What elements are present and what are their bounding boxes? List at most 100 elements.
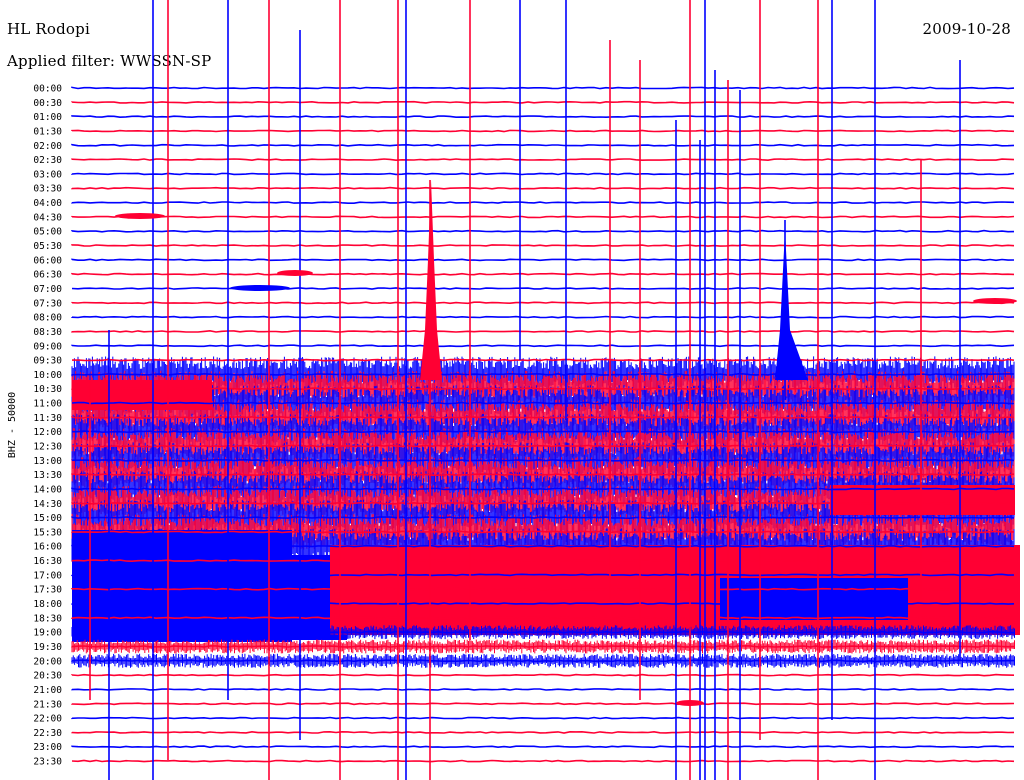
noise-block	[72, 380, 212, 410]
trace-line	[72, 430, 1015, 434]
time-tick-label: 09:30	[33, 356, 62, 367]
trace-line	[71, 329, 1015, 333]
time-tick-label: 05:30	[33, 241, 62, 252]
trace-line	[71, 387, 1015, 391]
time-tick-label: 13:30	[33, 470, 62, 481]
time-tick-label: 17:30	[33, 585, 62, 596]
time-tick-label: 15:30	[33, 527, 62, 538]
time-tick-label: 00:30	[33, 98, 62, 109]
trace-line	[71, 129, 1015, 133]
time-tick-label: 18:30	[33, 613, 62, 624]
trace-line	[71, 587, 1015, 591]
trace-line	[71, 602, 1015, 605]
time-tick-label: 09:00	[33, 341, 62, 352]
time-tick-label: 05:00	[33, 227, 62, 238]
time-tick-label: 11:30	[33, 413, 62, 424]
time-tick-label: 06:00	[33, 255, 62, 266]
event-burst	[277, 270, 313, 276]
trace-line	[71, 229, 1015, 233]
event-burst	[775, 230, 808, 380]
trace-line	[71, 501, 1015, 505]
trace-line	[71, 86, 1015, 90]
time-ticks: 00:00 00:30 01:00 01:30 02:00 02:30 03:00 03:30…	[33, 84, 62, 768]
trace-line	[71, 730, 1015, 734]
time-tick-label: 16:30	[33, 556, 62, 567]
time-tick-label: 22:30	[33, 728, 62, 739]
time-tick-label: 02:30	[33, 155, 62, 166]
trace-line	[71, 487, 1015, 491]
time-tick-label: 07:30	[33, 298, 62, 309]
time-tick-label: 12:30	[33, 442, 62, 453]
time-tick-label: 10:00	[33, 370, 62, 381]
time-tick-label: 10:30	[33, 384, 62, 395]
noise-block	[720, 578, 908, 620]
trace-line	[71, 344, 1015, 348]
time-tick-label: 08:00	[33, 313, 62, 324]
helicorder-plot: 00:00 00:30 01:00 01:30 02:00 02:30 03:00 03:30…	[7, 0, 1020, 780]
time-tick-label: 19:30	[33, 642, 62, 653]
trace-line	[71, 702, 1015, 706]
event-burst	[676, 700, 704, 706]
time-tick-label: 03:30	[33, 184, 62, 195]
trace-line	[71, 759, 1015, 763]
time-tick-label: 15:00	[33, 513, 62, 524]
trace-line	[71, 100, 1015, 104]
time-tick-label: 00:00	[33, 84, 62, 95]
time-tick-label: 11:00	[33, 399, 62, 410]
time-tick-label: 03:00	[33, 169, 62, 180]
time-tick-label: 22:00	[33, 714, 62, 725]
time-tick-label: 21:30	[33, 699, 62, 710]
trace-line	[71, 516, 1015, 520]
time-tick-label: 12:00	[33, 427, 62, 438]
trace-line	[71, 201, 1015, 204]
time-tick-label: 21:00	[33, 685, 62, 696]
time-tick-label: 02:00	[33, 141, 62, 152]
event-burst	[115, 213, 165, 219]
trace-line	[71, 688, 1015, 691]
trace-line	[71, 172, 1015, 176]
event-burst	[973, 298, 1017, 304]
time-tick-label: 01:00	[33, 112, 62, 123]
trace-line	[71, 716, 1015, 720]
trace-line	[71, 458, 1015, 462]
trace-line	[71, 659, 1015, 663]
trace-line	[71, 315, 1015, 319]
trace-line	[71, 372, 1015, 376]
trace-line	[71, 115, 1015, 119]
time-tick-label: 13:00	[33, 456, 62, 467]
time-tick-label: 16:00	[33, 542, 62, 553]
trace-line	[71, 158, 1015, 162]
trace-line	[71, 244, 1015, 247]
trace-line	[71, 745, 1015, 749]
trace-line	[71, 215, 1015, 219]
trace-line	[71, 401, 1015, 405]
time-tick-label: 14:30	[33, 499, 62, 510]
event-burst	[230, 285, 290, 291]
time-tick-label: 17:00	[33, 570, 62, 581]
time-tick-label: 23:00	[33, 742, 62, 753]
trace-line	[71, 544, 1015, 548]
trace-line	[71, 673, 1015, 677]
trace-line	[71, 143, 1015, 147]
time-tick-label: 14:00	[33, 484, 62, 495]
trace-line	[71, 473, 1015, 477]
trace-line	[71, 616, 1015, 620]
trace-line	[71, 358, 1015, 362]
time-tick-label: 20:00	[33, 656, 62, 667]
trace-line	[71, 559, 1015, 563]
time-tick-label: 19:00	[33, 628, 62, 639]
trace-line	[71, 272, 1015, 276]
time-tick-label: 04:00	[33, 198, 62, 209]
time-tick-label: 04:30	[33, 212, 62, 223]
time-tick-label: 07:00	[33, 284, 62, 295]
time-tick-label: 08:30	[33, 327, 62, 338]
time-tick-label: 23:30	[33, 757, 62, 768]
time-tick-label: 18:00	[33, 599, 62, 610]
trace-line	[71, 186, 1015, 190]
time-tick-label: 01:30	[33, 126, 62, 137]
trace-line	[71, 301, 1015, 305]
trace-line	[71, 287, 1015, 290]
event-burst	[420, 180, 442, 380]
time-tick-label: 20:30	[33, 671, 62, 682]
y-axis-label: BHZ - 50000	[7, 392, 18, 458]
